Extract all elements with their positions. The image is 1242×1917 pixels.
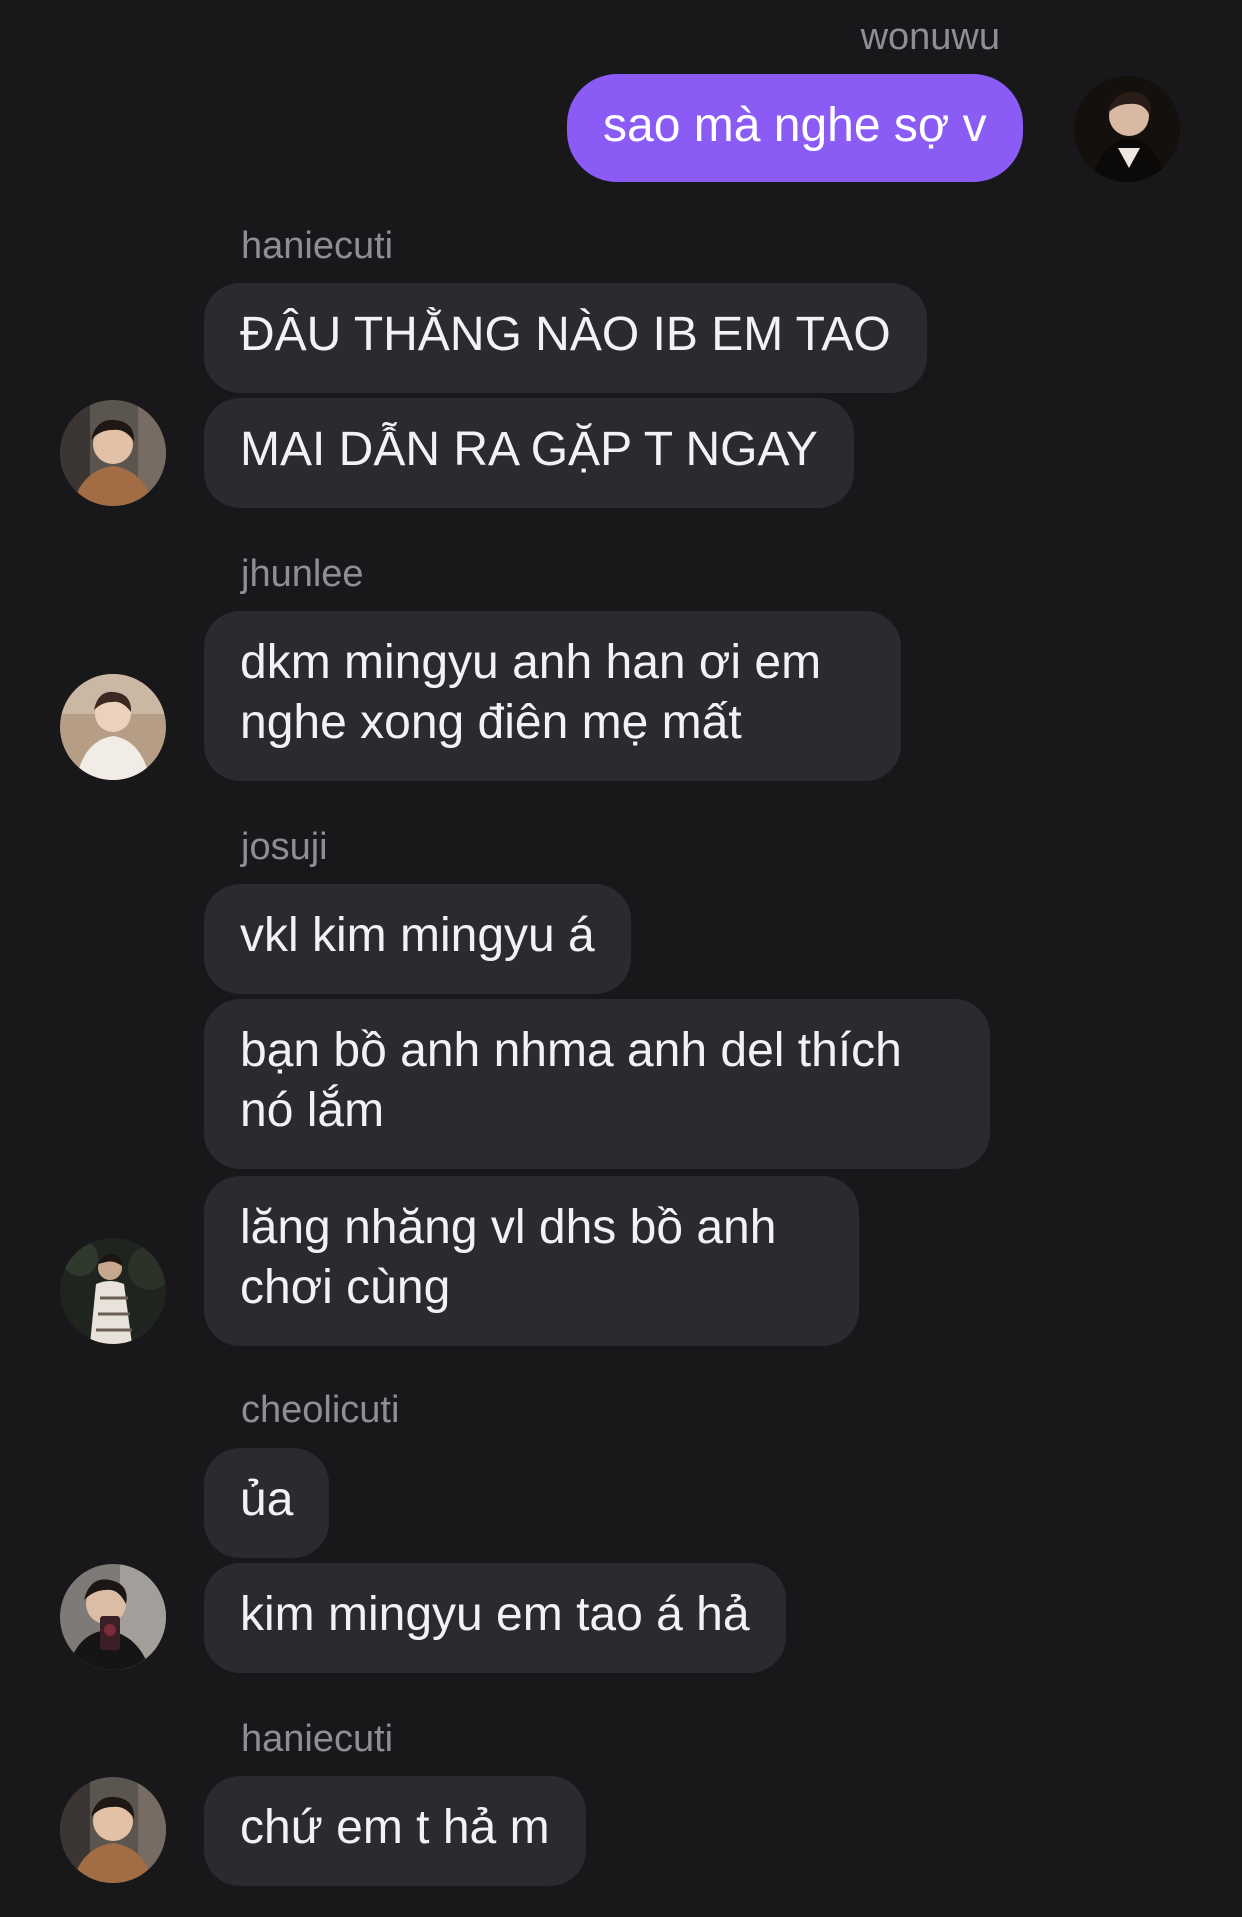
message-bubble[interactable]: lăng nhăng vl dhs bồ anh chơi cùng bbox=[204, 1176, 859, 1346]
sender-name-wonuwu[interactable]: wonuwu bbox=[861, 14, 1000, 60]
avatar-photo-icon bbox=[60, 1238, 166, 1344]
avatar-photo-icon bbox=[60, 674, 166, 780]
message-bubble[interactable]: kim mingyu em tao á hả bbox=[204, 1563, 786, 1673]
message-bubble[interactable]: ĐÂU THẰNG NÀO IB EM TAO bbox=[204, 283, 927, 393]
message-line: bạn bồ anh nhma anh del thích bbox=[240, 1024, 902, 1077]
avatar-photo-icon bbox=[1074, 76, 1180, 182]
sender-name-jhunlee[interactable]: jhunlee bbox=[241, 551, 364, 597]
avatar-wonuwu[interactable] bbox=[1074, 76, 1180, 182]
message-line: nghe xong điên mẹ mất bbox=[240, 696, 742, 749]
avatar-haniecuti[interactable] bbox=[60, 400, 166, 506]
sender-name-haniecuti[interactable]: haniecuti bbox=[241, 223, 393, 269]
message-line: nó lắm bbox=[240, 1084, 385, 1137]
avatar-photo-icon bbox=[60, 1564, 166, 1670]
sender-name-josuji[interactable]: josuji bbox=[241, 824, 328, 870]
own-message-bubble[interactable]: sao mà nghe sợ v bbox=[567, 74, 1023, 182]
avatar-cheolicuti[interactable] bbox=[60, 1564, 166, 1670]
message-bubble[interactable]: vkl kim mingyu á bbox=[204, 884, 631, 994]
message-line: chơi cùng bbox=[240, 1261, 451, 1314]
sender-name-haniecuti[interactable]: haniecuti bbox=[241, 1716, 393, 1762]
message-bubble[interactable]: dkm mingyu anh han ơi em nghe xong điên … bbox=[204, 611, 901, 781]
message-bubble[interactable]: MAI DẪN RA GẶP T NGAY bbox=[204, 398, 854, 508]
message-line: dkm mingyu anh han ơi em bbox=[240, 636, 822, 689]
sender-name-cheolicuti[interactable]: cheolicuti bbox=[241, 1387, 399, 1433]
avatar-photo-icon bbox=[60, 400, 166, 506]
message-line: lăng nhăng vl dhs bồ anh bbox=[240, 1201, 777, 1254]
avatar-photo-icon bbox=[60, 1777, 166, 1883]
avatar-jhunlee[interactable] bbox=[60, 674, 166, 780]
avatar-haniecuti[interactable] bbox=[60, 1777, 166, 1883]
message-bubble[interactable]: ủa bbox=[204, 1448, 330, 1558]
avatar-josuji[interactable] bbox=[60, 1238, 166, 1344]
message-bubble[interactable]: chứ em t hả m bbox=[204, 1776, 586, 1886]
message-bubble[interactable]: bạn bồ anh nhma anh del thích nó lắm bbox=[204, 999, 990, 1169]
